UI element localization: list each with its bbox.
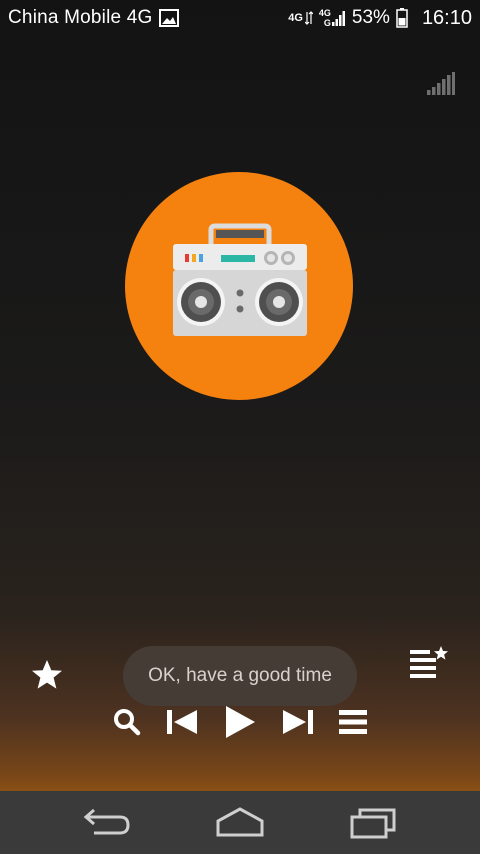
play-button[interactable] — [218, 700, 260, 744]
network-indicator-1: 4G — [288, 11, 313, 25]
previous-button[interactable] — [162, 700, 202, 744]
home-icon[interactable] — [214, 805, 266, 841]
skip-next-icon — [283, 710, 313, 734]
toast-message: OK, have a good time — [123, 646, 357, 706]
network-label: 4G — [318, 8, 331, 18]
network-indicator-2: 4G G — [319, 8, 346, 28]
menu-icon — [339, 710, 367, 734]
signal-strength-icon — [331, 11, 345, 26]
network-label: G — [323, 18, 331, 28]
battery-icon — [396, 8, 408, 28]
station-artwork — [125, 172, 353, 400]
recents-icon[interactable] — [348, 805, 400, 841]
play-icon — [226, 706, 255, 738]
next-button[interactable] — [278, 700, 318, 744]
playback-controls — [0, 700, 480, 744]
navigation-bar — [0, 791, 480, 854]
network-label: 4G — [288, 11, 303, 24]
menu-button[interactable] — [336, 700, 370, 744]
image-icon — [158, 9, 179, 27]
status-bar: China Mobile 4G 4G 4G G 53% 16:10 — [0, 0, 480, 36]
search-button[interactable] — [110, 700, 144, 744]
boombox-icon — [173, 223, 307, 336]
search-icon — [114, 709, 141, 736]
back-icon[interactable] — [80, 805, 132, 841]
battery-percent: 53% — [351, 7, 390, 28]
toast-text: OK, have a good time — [148, 665, 332, 686]
star-icon[interactable] — [30, 658, 64, 692]
data-arrows-icon — [304, 11, 313, 25]
signal-bars-icon[interactable] — [427, 72, 455, 96]
list-star-icon[interactable] — [408, 646, 450, 682]
carrier-label: China Mobile 4G — [8, 7, 153, 28]
skip-previous-icon — [167, 710, 197, 734]
clock: 16:10 — [421, 6, 472, 29]
